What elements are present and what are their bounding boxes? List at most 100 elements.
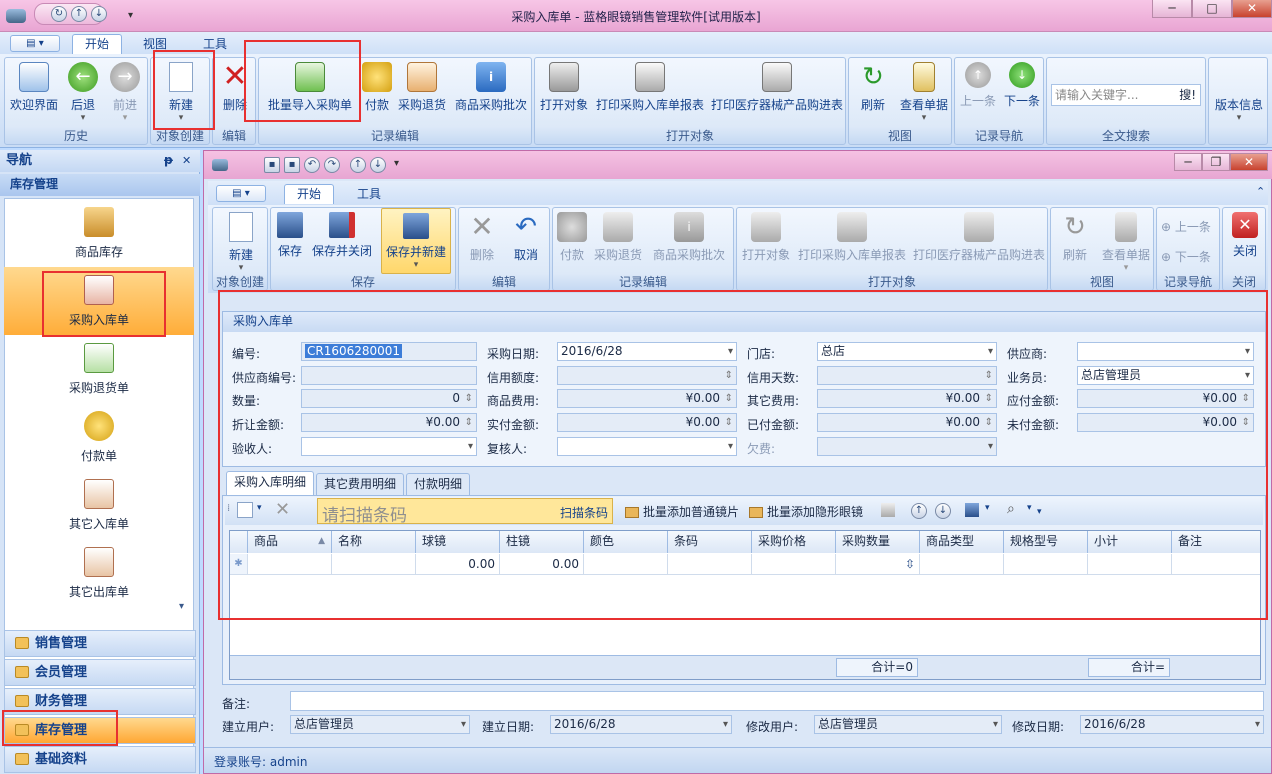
child-refresh-button[interactable]: ↻ 刷新 (1053, 208, 1097, 263)
purchase-return-button[interactable]: 采购退货 (395, 58, 449, 113)
remark-field[interactable] (290, 691, 1264, 711)
save-icon[interactable]: ▪ (264, 157, 280, 173)
redo-icon[interactable]: ↷ (324, 157, 340, 173)
save-new-button[interactable]: 保存并新建 ▾ (381, 208, 451, 274)
next-record-button[interactable]: ↓ 下一条 (1001, 58, 1043, 109)
nav-item-other-in[interactable]: 其它入库单 (5, 471, 193, 539)
nav-item-payment[interactable]: 付款单 (5, 403, 193, 471)
group-history: 欢迎界面 ← 后退 ▾ → 前进 ▾ 历史 (4, 57, 148, 145)
tab-start[interactable]: 开始 (72, 34, 123, 54)
minimize-icon[interactable]: ─ (1152, 0, 1192, 18)
child-print-device-button[interactable]: 打印医疗器械产品购进表 (911, 208, 1047, 263)
coins-icon (557, 212, 587, 242)
nav-item-other-out[interactable]: 其它出库单 (5, 539, 193, 607)
welcome-icon (19, 62, 49, 92)
highlight-new-button (153, 50, 215, 130)
printer-icon (635, 62, 665, 92)
child-tab-tools[interactable]: 工具 (344, 184, 394, 204)
search-input[interactable]: 请输入关键字... 搜! (1051, 84, 1201, 106)
window-title: 采购入库单 - 蓝格眼镜销售管理软件[试用版本] (511, 10, 761, 24)
highlight-nav-group (2, 710, 118, 746)
create-user-field[interactable]: 总店管理员 (290, 715, 470, 734)
view-doc-button[interactable]: 查看单据 ▾ (897, 58, 951, 123)
child-batch-query-button[interactable]: i 商品采购批次 (647, 208, 731, 263)
highlight-batch-import (244, 40, 361, 122)
undo-arrow-icon: ↶ (515, 212, 537, 242)
child-next-button[interactable]: ⊕ 下一条 (1161, 248, 1219, 265)
floppy-close-icon (329, 212, 355, 238)
printer-icon (762, 62, 792, 92)
child-restore-icon[interactable]: ❐ (1202, 153, 1230, 171)
scroll-down-icon[interactable]: ▾ (179, 601, 184, 612)
create-date-field[interactable]: 2016/6/28 (550, 715, 732, 734)
child-minimize-icon[interactable]: ─ (1174, 153, 1202, 171)
collapse-ribbon-icon[interactable]: ⌃ (1256, 185, 1265, 198)
close-red-icon: ✕ (1232, 212, 1258, 238)
app-logo-icon (212, 159, 228, 171)
folder-icon (15, 753, 29, 765)
child-payment-button[interactable]: 付款 (555, 208, 589, 263)
save-close-icon[interactable]: ▪ (284, 157, 300, 173)
qa-customize-icon[interactable]: ▾ (394, 158, 399, 169)
modify-user-field[interactable]: 总店管理员 (814, 715, 1002, 734)
batch-query-button[interactable]: i 商品采购批次 (451, 58, 531, 113)
child-print-report-button[interactable]: 打印采购入库单报表 (795, 208, 909, 263)
child-ribbon: 新建 ▾ 对象创建 保存 保存并关闭 保存并新建 ▾ 保存 ✕ 删除 ↶ 取消 … (208, 205, 1268, 293)
group-view: ↻ 刷新 查看单据 ▾ 视图 (848, 57, 952, 145)
nav-item-stock[interactable]: 商品库存 (5, 199, 193, 267)
modify-date-field[interactable]: 2016/6/28 (1080, 715, 1264, 734)
nav-close-icon[interactable]: ✕ (182, 150, 191, 171)
nav-header: 导航 ᵽ ✕ (0, 150, 200, 172)
pin-icon[interactable]: ᵽ (164, 150, 173, 171)
search-button[interactable]: 搜! (1179, 85, 1196, 105)
child-open-object-button[interactable]: 打开对象 (739, 208, 793, 263)
prev-record-button[interactable]: ↑ 上一条 (957, 58, 999, 109)
status-bar: 登录账号: admin (204, 747, 1271, 773)
highlight-form-area (218, 290, 1268, 620)
down-arrow-icon: ↓ (1009, 62, 1035, 88)
undo-icon[interactable]: ↶ (304, 157, 320, 173)
sum-qty: 合计=0 (836, 658, 918, 677)
folder-icon (15, 637, 29, 649)
open-object-button[interactable]: 打开对象 (537, 58, 591, 113)
down-arrow-icon: ⊕ (1161, 250, 1175, 264)
title-bar: ↻ ↑ ↓ ▾ 采购入库单 - 蓝格眼镜销售管理软件[试用版本] ─ □ ✕ (0, 0, 1272, 32)
back-button[interactable]: ← 后退 ▾ (63, 58, 103, 123)
child-new-button[interactable]: 新建 ▾ (215, 208, 267, 273)
print-device-button[interactable]: 打印医疗器械产品购进表 (709, 58, 845, 113)
refresh-button[interactable]: ↻ 刷新 (851, 58, 895, 113)
child-close-button[interactable]: ✕ 关闭 (1225, 208, 1265, 259)
printer-icon (964, 212, 994, 242)
close-icon[interactable]: ✕ (1232, 0, 1272, 18)
new-document-icon (229, 212, 253, 242)
child-tab-start[interactable]: 开始 (284, 184, 335, 204)
undo-button[interactable]: ↶ 取消 (505, 208, 547, 263)
floppy-icon (277, 212, 303, 238)
payment-button[interactable]: 付款 (361, 58, 393, 113)
nav-group-basic[interactable]: 基础资料 (4, 746, 196, 773)
child-close-icon[interactable]: ✕ (1230, 153, 1268, 171)
save-close-button[interactable]: 保存并关闭 (309, 208, 375, 259)
save-button[interactable]: 保存 (273, 208, 307, 259)
child-delete-button[interactable]: ✕ 删除 (461, 208, 503, 263)
printer-icon (837, 212, 867, 242)
clipboard-icon (1115, 212, 1137, 242)
nav-item-purchase-return[interactable]: 采购退货单 (5, 335, 193, 403)
print-report-button[interactable]: 打印采购入库单报表 (593, 58, 707, 113)
nav-group-members[interactable]: 会员管理 (4, 659, 196, 686)
maximize-icon[interactable]: □ (1192, 0, 1232, 18)
child-prev-button[interactable]: ⊕ 上一条 (1161, 218, 1219, 235)
child-view-doc-button[interactable]: 查看单据 ▾ (1099, 208, 1153, 273)
app-menu-button[interactable]: ▤ ▾ (10, 35, 60, 52)
welcome-button[interactable]: 欢迎界面 (7, 58, 61, 113)
info-icon: i (674, 212, 704, 242)
forward-button[interactable]: → 前进 ▾ (105, 58, 145, 123)
down-icon[interactable]: ↓ (370, 157, 386, 173)
up-icon[interactable]: ↑ (350, 157, 366, 173)
child-app-menu-button[interactable]: ▤ ▾ (216, 185, 266, 202)
version-button[interactable]: 版本信息 ▾ (1211, 92, 1267, 123)
child-purchase-return-button[interactable]: 采购退货 (591, 208, 645, 263)
refresh-icon: ↻ (862, 62, 884, 92)
nav-group-sales[interactable]: 销售管理 (4, 630, 196, 657)
group-open-object: 打开对象 打印采购入库单报表 打印医疗器械产品购进表 打开对象 (534, 57, 846, 145)
